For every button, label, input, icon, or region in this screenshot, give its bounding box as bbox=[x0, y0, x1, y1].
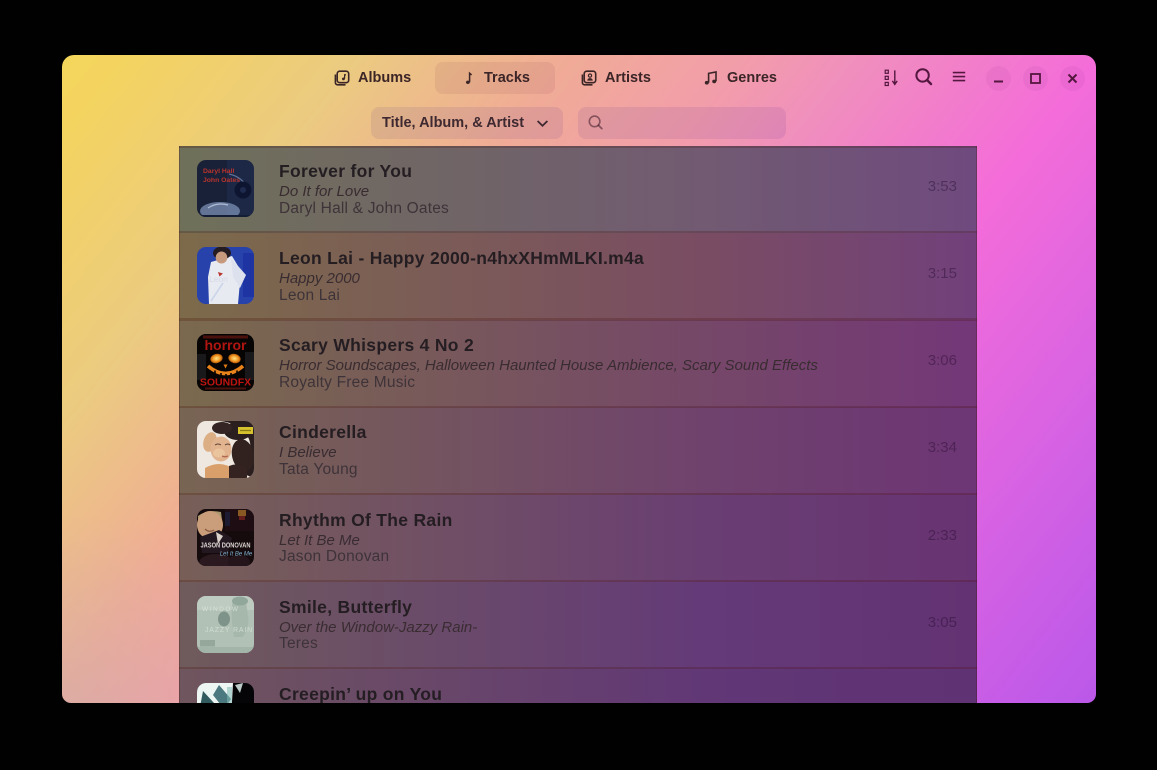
svg-text:Leon: Leon bbox=[209, 274, 228, 284]
svg-text:John Oates: John Oates bbox=[203, 177, 240, 184]
svg-text:JASON DONOVAN: JASON DONOVAN bbox=[201, 540, 251, 549]
svg-text:Daryl Hall: Daryl Hall bbox=[203, 168, 234, 175]
svg-text:WINDOW: WINDOW bbox=[202, 606, 240, 613]
svg-text:horror: horror bbox=[205, 337, 248, 353]
svg-text:Let It Be Me: Let It Be Me bbox=[220, 551, 253, 557]
svg-text:JAZZY RAIN: JAZZY RAIN bbox=[205, 627, 253, 634]
svg-text:SOUNDFX: SOUNDFX bbox=[200, 377, 251, 389]
